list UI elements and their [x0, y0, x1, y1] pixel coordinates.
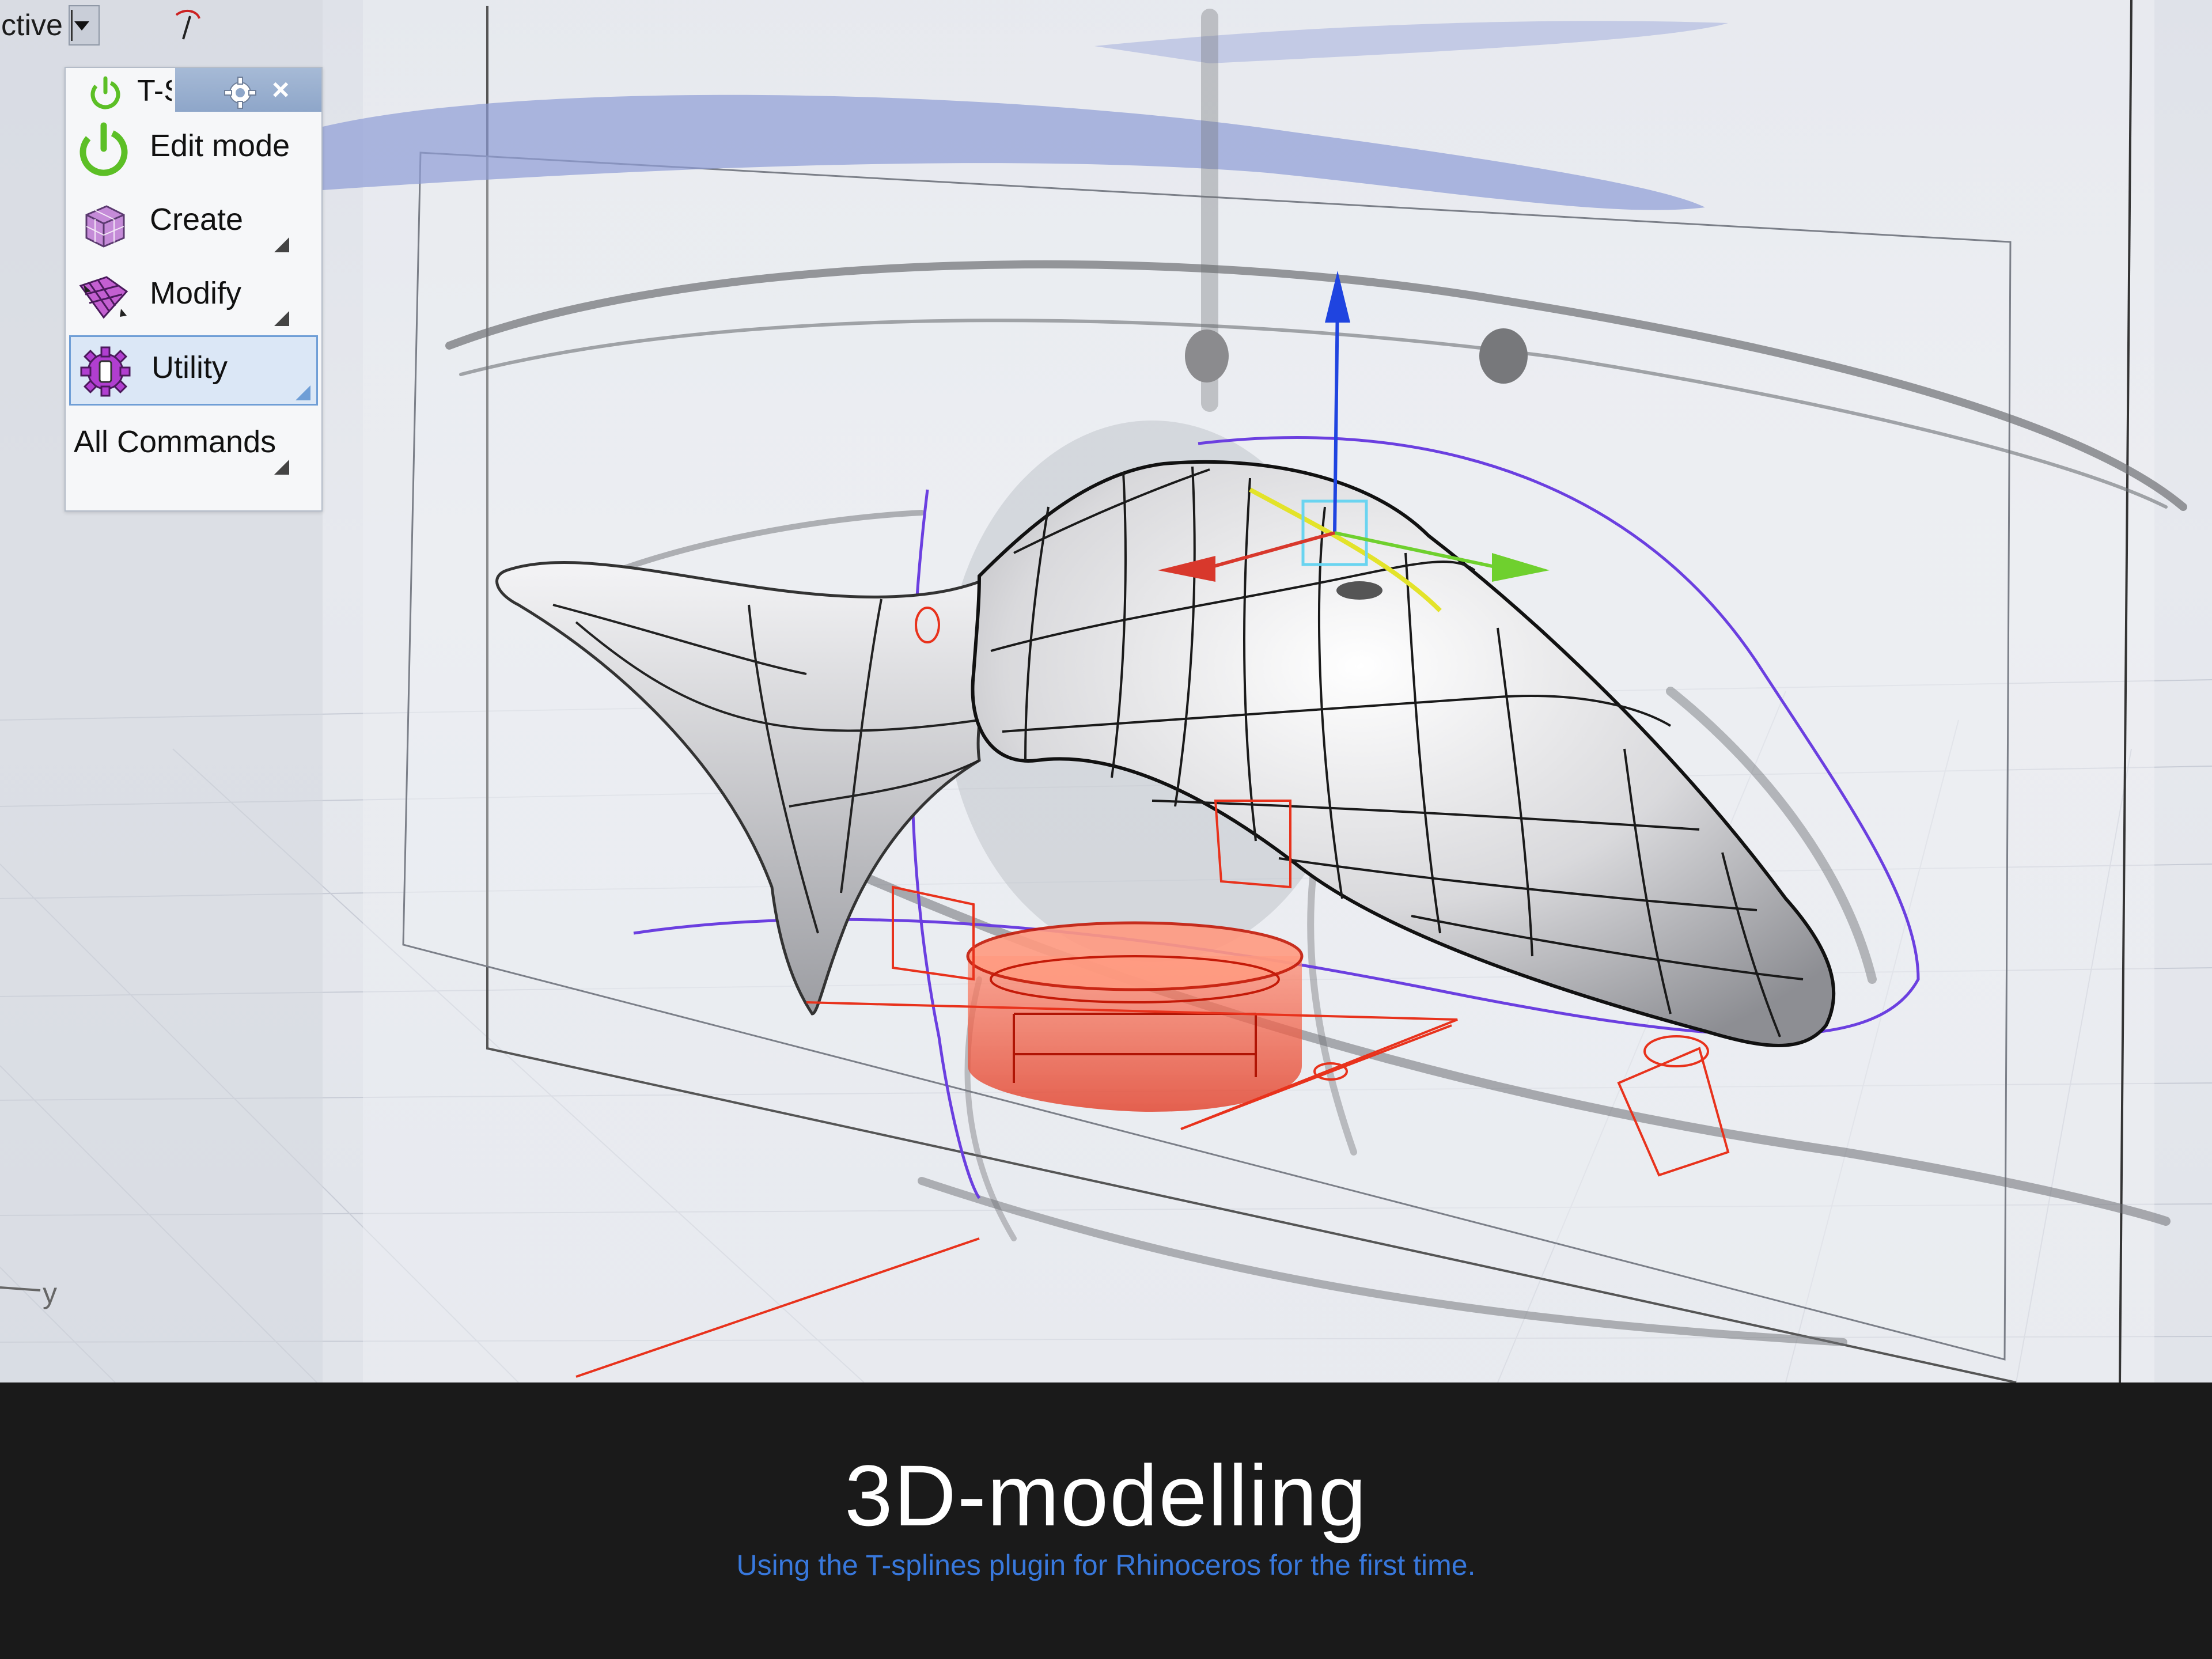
viewport-title-bar[interactable]: ctive	[0, 0, 100, 51]
toolbar-header[interactable]: T-S ×	[66, 68, 321, 112]
gear-icon[interactable]	[222, 75, 258, 111]
close-icon[interactable]: ×	[272, 71, 289, 108]
rhino-viewport[interactable]: y ctive T-S ×	[0, 0, 2212, 1382]
cursor-icon	[175, 9, 200, 40]
mast-marker-left	[1185, 329, 1229, 382]
power-icon	[90, 76, 120, 109]
mast-marker-right	[1479, 328, 1528, 384]
modify-surface-icon	[79, 276, 128, 319]
toolbar-item-label: All Commands	[74, 425, 276, 459]
toolbar-item-utility[interactable]: Utility	[69, 335, 318, 406]
utility-gear-icon	[80, 346, 131, 397]
flyout-arrow-icon	[274, 460, 289, 475]
viewport-scene[interactable]: y	[0, 0, 2212, 1382]
selected-cylinder[interactable]	[966, 921, 1304, 1112]
caption-subtitle: Using the T-splines plugin for Rhinocero…	[736, 1549, 1476, 1581]
viewport-title[interactable]: ctive	[0, 0, 63, 51]
tsplines-toolbar[interactable]: T-S × Edit mode	[65, 67, 323, 512]
toolbar-item-modify[interactable]: Modify	[69, 259, 318, 329]
caption-title: 3D-modelling	[844, 1447, 1368, 1544]
toolbar-item-label: Utility	[151, 350, 228, 385]
toolbar-item-label: Create	[150, 202, 244, 237]
power-icon	[79, 122, 128, 176]
toolbar-item-label: Edit mode	[150, 128, 290, 163]
toolbar-item-create[interactable]: Create	[69, 185, 318, 256]
toolbar-item-edit-mode[interactable]: Edit mode	[69, 112, 318, 182]
viewport-menu-dropdown[interactable]	[68, 5, 100, 46]
toolbar-item-all-commands[interactable]: All Commands	[69, 408, 318, 478]
toolbar-item-label: Modify	[150, 276, 242, 310]
flyout-arrow-icon	[274, 311, 289, 326]
axis-y-label: y	[43, 1277, 57, 1309]
toolbar-title: T-S	[137, 74, 172, 108]
flyout-arrow-icon	[296, 385, 310, 400]
flyout-arrow-icon	[274, 237, 289, 252]
create-box-icon	[85, 205, 125, 248]
